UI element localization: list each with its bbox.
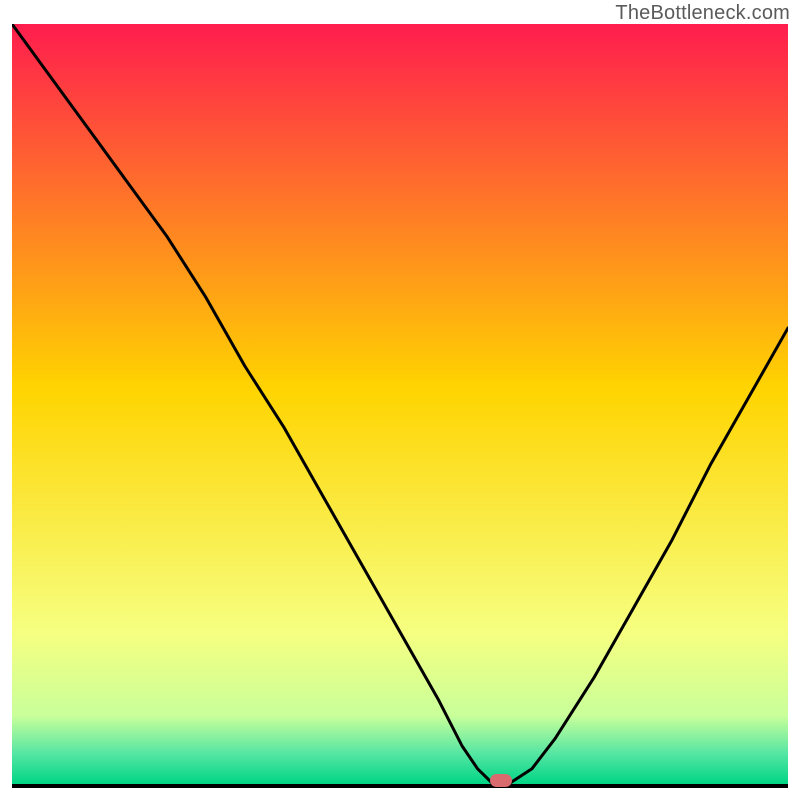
watermark-text: TheBottleneck.com: [615, 2, 790, 25]
gradient-background: [12, 24, 788, 784]
optimum-marker: [490, 774, 512, 787]
chart-surface: [12, 24, 788, 788]
